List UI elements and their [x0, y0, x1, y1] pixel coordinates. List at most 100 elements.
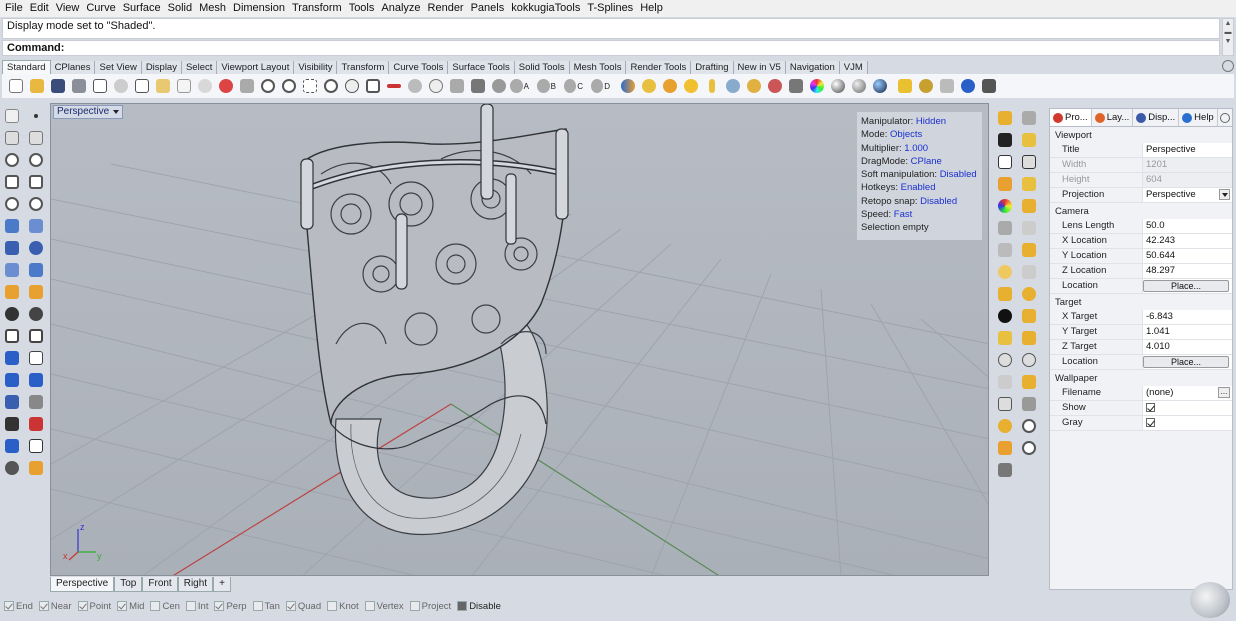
menu-analyze[interactable]: Analyze	[380, 0, 426, 17]
tab-vjm[interactable]: VJM	[839, 61, 868, 74]
zoom-selected-icon[interactable]	[321, 77, 340, 96]
osnap-int-checkbox[interactable]	[185, 601, 196, 611]
curve-icon[interactable]	[26, 128, 46, 148]
osnap-project-checkbox[interactable]	[409, 601, 420, 611]
open-folder-icon[interactable]	[27, 77, 46, 96]
ring-gold-icon[interactable]	[681, 77, 700, 96]
osnap-vertex[interactable]: Vertex	[364, 601, 404, 612]
cube-outline-icon[interactable]	[1019, 152, 1039, 172]
copy-icon[interactable]	[132, 77, 151, 96]
menu-surface[interactable]: Surface	[122, 0, 167, 17]
light-bulb-icon[interactable]	[489, 77, 508, 96]
plugin-icon[interactable]	[979, 77, 998, 96]
filename-field[interactable]: (none)...	[1142, 386, 1232, 400]
move-icon[interactable]	[237, 77, 256, 96]
black-square-tool-icon[interactable]	[995, 130, 1015, 150]
select-arrow-icon[interactable]	[2, 106, 22, 126]
layer-b-icon[interactable]: B	[537, 77, 556, 96]
construction-plane-icon[interactable]	[384, 77, 403, 96]
osnap-end[interactable]: End	[4, 601, 33, 612]
layer-a-icon[interactable]: A	[510, 77, 529, 96]
x-location-field[interactable]: 42.243	[1142, 234, 1232, 248]
viewport-tab-right[interactable]: Right	[177, 577, 214, 592]
osnap-tan-checkbox[interactable]	[252, 601, 263, 611]
viewport-title[interactable]: Perspective	[53, 105, 124, 119]
gold-wedge-icon[interactable]	[995, 328, 1015, 348]
projection-select[interactable]: Perspective	[1142, 188, 1232, 202]
sphere-shaded-icon[interactable]	[849, 77, 868, 96]
spotlight-icon[interactable]	[895, 77, 914, 96]
menu-edit[interactable]: Edit	[29, 0, 55, 17]
projection-dropdown-icon[interactable]	[1219, 189, 1230, 200]
mesh-tools-icon[interactable]	[26, 392, 46, 412]
osnap-cen-checkbox[interactable]	[150, 601, 161, 611]
gold-gear-icon[interactable]	[995, 416, 1015, 436]
cut-icon[interactable]	[111, 77, 130, 96]
tab-render-tools[interactable]: Render Tools	[626, 61, 692, 74]
lens-length-field[interactable]: 50.0	[1142, 219, 1232, 233]
menu-solid[interactable]: Solid	[167, 0, 198, 17]
text-icon[interactable]	[26, 414, 46, 434]
gold-panel-icon[interactable]	[1019, 328, 1039, 348]
viewport-tab-front[interactable]: Front	[142, 577, 178, 592]
prong-tool-icon[interactable]	[995, 284, 1015, 304]
osnap-perp-checkbox[interactable]	[214, 601, 225, 611]
bead-string-icon[interactable]	[995, 240, 1015, 260]
lock-icon[interactable]	[468, 77, 487, 96]
y-target-field[interactable]: 1.041	[1142, 325, 1232, 339]
menu-kokkugiatools[interactable]: kokkugiaTools	[510, 0, 586, 17]
wire-spiral-icon[interactable]	[995, 350, 1015, 370]
osnap-cen[interactable]: Cen	[150, 601, 180, 612]
osnap-mid-checkbox[interactable]	[117, 601, 128, 611]
render-material-icon[interactable]	[786, 77, 805, 96]
gear-settings-icon[interactable]	[916, 77, 935, 96]
show-wallpaper-checkbox[interactable]	[1146, 403, 1155, 412]
osnap-knot[interactable]: Knot	[327, 601, 359, 612]
menu-help[interactable]: Help	[639, 0, 669, 17]
gold-ring-tool-icon[interactable]	[995, 108, 1015, 128]
extrude-icon[interactable]	[26, 260, 46, 280]
magnifier-icon[interactable]	[1019, 416, 1039, 436]
viewport-menu-chevron-icon[interactable]	[113, 110, 120, 114]
menu-tools[interactable]: Tools	[348, 0, 381, 17]
gold-bar-icon[interactable]	[995, 174, 1015, 194]
x-target-field[interactable]: -6.843	[1142, 310, 1232, 324]
tab-visibility[interactable]: Visibility	[294, 61, 338, 74]
filter-funnel-icon[interactable]	[995, 460, 1015, 480]
pan-hand-icon[interactable]	[195, 77, 214, 96]
scatter-dots-icon[interactable]	[1019, 218, 1039, 238]
tab-mesh-tools[interactable]: Mesh Tools	[569, 61, 627, 74]
tab-cplanes[interactable]: CPlanes	[50, 61, 96, 74]
osnap-disable[interactable]: Disable	[457, 601, 501, 612]
properties-gear-icon[interactable]	[1220, 113, 1230, 123]
osnap-near[interactable]: Near	[38, 601, 72, 612]
profile-curve-icon[interactable]	[995, 152, 1015, 172]
circle-icon[interactable]	[2, 150, 22, 170]
tab-display[interactable]: Display	[141, 61, 182, 74]
boolean-split-icon[interactable]	[26, 304, 46, 324]
solid-box-icon[interactable]	[2, 238, 22, 258]
dots-grid-icon[interactable]	[1019, 262, 1039, 282]
viewport-layout-icon[interactable]	[363, 77, 382, 96]
analyze-icon[interactable]	[2, 436, 22, 456]
array-icon[interactable]	[2, 370, 22, 390]
cube-wire-icon[interactable]	[995, 394, 1015, 414]
scroll-down-icon[interactable]: ▼	[1223, 37, 1233, 46]
command-scrollbar[interactable]: ▲ ▬ ▼	[1222, 18, 1234, 56]
scroll-up-icon[interactable]: ▲	[1223, 19, 1233, 28]
menu-file[interactable]: File	[4, 0, 29, 17]
target-place-button[interactable]: Place...	[1143, 356, 1229, 368]
setting-tool-icon[interactable]	[744, 77, 763, 96]
trim-icon[interactable]	[2, 348, 22, 368]
dimension-icon[interactable]	[2, 414, 22, 434]
tab-help[interactable]: Help	[1179, 109, 1218, 126]
pave-tool-icon[interactable]	[1019, 284, 1039, 304]
tab-drafting[interactable]: Drafting	[691, 61, 734, 74]
undo-icon[interactable]	[174, 77, 193, 96]
pencil-icon[interactable]	[26, 282, 46, 302]
zoom-icon[interactable]	[258, 77, 277, 96]
ellipse-icon[interactable]	[26, 150, 46, 170]
color-ring-icon[interactable]	[995, 196, 1015, 216]
osnap-int[interactable]: Int	[185, 601, 208, 612]
mesh-icon[interactable]	[2, 392, 22, 412]
